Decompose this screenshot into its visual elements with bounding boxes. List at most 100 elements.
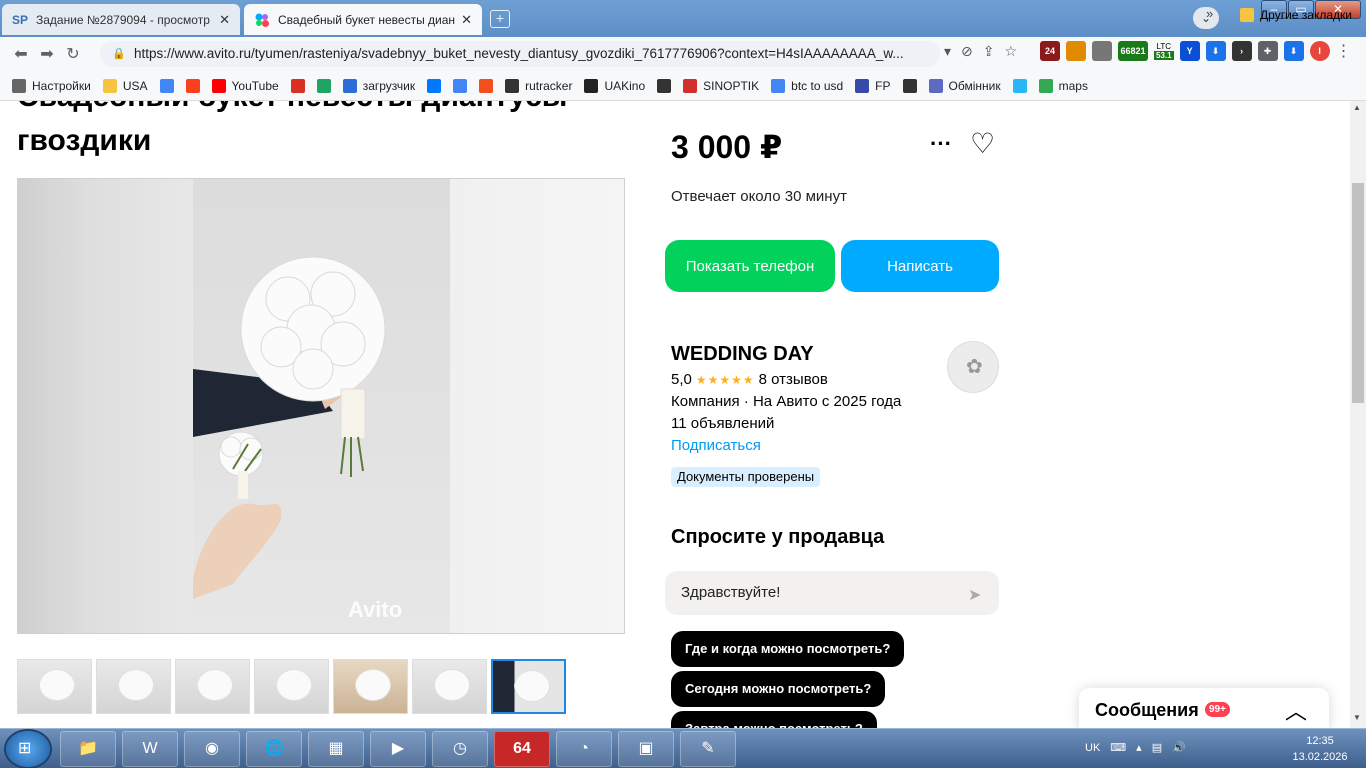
dropdown-icon[interactable]: ▾ bbox=[944, 43, 951, 60]
bookmark-item[interactable]: USA bbox=[102, 78, 148, 93]
sp-favicon-icon: SP bbox=[12, 12, 29, 27]
profile-avatar-icon[interactable]: I bbox=[1309, 41, 1330, 61]
bookmark-item[interactable]: загрузчик bbox=[342, 78, 415, 93]
chart-app-taskbar-icon[interactable]: ◔ bbox=[556, 731, 612, 767]
briefcase-extension-icon[interactable] bbox=[1092, 41, 1112, 61]
bookmark-item[interactable] bbox=[1012, 78, 1033, 93]
main-photo[interactable]: Avito bbox=[17, 178, 625, 634]
download-extension-icon[interactable]: ⬇ bbox=[1205, 41, 1226, 61]
aida64-taskbar-icon[interactable]: 64 bbox=[494, 731, 550, 767]
thumbnail[interactable] bbox=[412, 659, 487, 714]
network-icon[interactable]: ▤ bbox=[1152, 741, 1162, 754]
notepad-taskbar-icon[interactable]: ✎ bbox=[680, 731, 736, 767]
clock-app-taskbar-icon[interactable]: ◷ bbox=[432, 731, 488, 767]
chrome-taskbar-icon[interactable]: ◉ bbox=[184, 731, 240, 767]
terminal-extension-icon[interactable]: › bbox=[1231, 41, 1252, 61]
tab-avito[interactable]: Свадебный букет невесты дианту ✕ bbox=[244, 4, 482, 35]
extensions-area: 24 66821 LTC 53.1 Y ⬇ › ✚ ⬇ I ⋮ bbox=[1040, 41, 1352, 61]
scroll-down-arrow-icon[interactable]: ▼ bbox=[1353, 713, 1361, 722]
lock-icon[interactable]: 🔒 bbox=[112, 41, 126, 67]
share-icon[interactable]: ⇪ bbox=[983, 43, 995, 60]
seller-name[interactable]: WEDDING DAY bbox=[671, 343, 814, 366]
new-tab-button[interactable]: + bbox=[490, 10, 510, 28]
tab-zadanie[interactable]: SP Задание №2879094 - просмотр з ✕ bbox=[2, 4, 240, 35]
quick-question-chip[interactable]: Где и когда можно посмотреть? bbox=[671, 631, 905, 667]
shield-extension-icon[interactable] bbox=[1066, 41, 1086, 61]
monitor-app-taskbar-icon[interactable]: ▦ bbox=[308, 731, 364, 767]
system-clock[interactable]: 12:35 13.02.2026 bbox=[1290, 733, 1350, 765]
btc-price-extension-icon[interactable]: 66821 bbox=[1118, 41, 1148, 61]
tray-chevron-icon[interactable]: ▴ bbox=[1136, 741, 1142, 754]
volume-icon[interactable]: 🔊 bbox=[1172, 741, 1186, 754]
keyboard-icon[interactable]: ⌨ bbox=[1110, 741, 1126, 754]
bookmarks-more-chevron[interactable]: » bbox=[1206, 6, 1213, 21]
bookmark-item[interactable]: YouTube bbox=[211, 78, 279, 93]
language-indicator[interactable]: UK bbox=[1085, 742, 1100, 754]
documents-verified-badge: Документы проверены bbox=[671, 467, 821, 487]
bookmark-item[interactable]: FP bbox=[855, 78, 891, 93]
bookmark-item[interactable] bbox=[316, 78, 337, 93]
write-message-button[interactable]: Написать bbox=[841, 240, 999, 292]
bookmark-item[interactable] bbox=[185, 78, 206, 93]
bookmark-item[interactable]: SINOPTIK bbox=[683, 78, 759, 93]
bookmark-item[interactable] bbox=[453, 78, 473, 93]
quick-question-chip[interactable]: Завтра можно посмотреть? bbox=[671, 711, 877, 728]
bookmark-item[interactable]: Настройки bbox=[12, 78, 91, 93]
bookmark-item[interactable]: UAKino bbox=[584, 78, 645, 93]
globe-taskbar-icon[interactable]: 🌐 bbox=[246, 731, 302, 767]
thumbnail[interactable] bbox=[333, 659, 408, 714]
seller-avatar[interactable]: ✿ bbox=[947, 341, 999, 393]
bookmark-item[interactable] bbox=[427, 78, 447, 93]
terminal-taskbar-icon[interactable]: ▣ bbox=[618, 731, 674, 767]
bookmark-item[interactable]: rutracker bbox=[505, 78, 572, 93]
back-arrow-icon[interactable]: ⬅ bbox=[8, 44, 34, 64]
forward-arrow-icon[interactable]: ➡ bbox=[34, 44, 60, 64]
diamond-icon bbox=[928, 78, 943, 93]
chevron-up-icon[interactable]: ︿ bbox=[1285, 694, 1307, 726]
w-app-taskbar-icon[interactable]: W bbox=[122, 731, 178, 767]
bookmark-item[interactable]: maps bbox=[1038, 78, 1088, 93]
bookmark-item[interactable]: btc to usd bbox=[771, 78, 843, 93]
scrollbar-thumb[interactable] bbox=[1352, 183, 1364, 403]
thumbnail-selected[interactable] bbox=[491, 659, 566, 714]
y-extension-icon[interactable]: Y bbox=[1179, 41, 1200, 61]
bookmark-item[interactable]: Обмінник bbox=[928, 78, 1001, 93]
bookmark-item[interactable] bbox=[902, 78, 923, 93]
close-icon[interactable]: ✕ bbox=[219, 12, 230, 28]
scroll-up-arrow-icon[interactable]: ▲ bbox=[1353, 103, 1361, 112]
quick-question-chip[interactable]: Сегодня можно посмотреть? bbox=[671, 671, 886, 707]
downloads-icon[interactable]: ⬇ bbox=[1283, 41, 1304, 61]
favorite-heart-icon[interactable]: ♡ bbox=[970, 127, 995, 160]
seller-rating[interactable]: 5,0 ★★★★★ 8 отзывов bbox=[671, 371, 828, 388]
page-scrollbar[interactable]: ▲ ▼ bbox=[1350, 101, 1366, 728]
thumbnail[interactable] bbox=[254, 659, 329, 714]
more-options-icon[interactable]: ··· bbox=[930, 131, 952, 157]
bookmark-star-icon[interactable]: ☆ bbox=[1005, 43, 1018, 60]
start-button[interactable]: ⊞ bbox=[6, 731, 50, 767]
send-arrow-icon[interactable]: ➤ bbox=[968, 585, 981, 605]
puzzle-extensions-icon[interactable]: ✚ bbox=[1257, 41, 1278, 61]
extension-icon[interactable]: 24 bbox=[1040, 41, 1060, 61]
bookmark-item[interactable] bbox=[657, 78, 677, 93]
thumbnail[interactable] bbox=[96, 659, 171, 714]
menu-kebab-icon[interactable]: ⋮ bbox=[1336, 41, 1352, 61]
address-bar[interactable]: 🔒 https://www.avito.ru/tyumen/rasteniya/… bbox=[100, 41, 940, 67]
subscribe-link[interactable]: Подписаться bbox=[671, 437, 761, 454]
media-player-taskbar-icon[interactable]: ▶ bbox=[370, 731, 426, 767]
thumbnail[interactable] bbox=[17, 659, 92, 714]
messages-panel[interactable]: Сообщения 99+ ︿ bbox=[1079, 688, 1329, 728]
close-icon[interactable]: ✕ bbox=[461, 12, 472, 28]
avito-watermark: Avito bbox=[348, 597, 403, 622]
show-phone-button[interactable]: Показать телефон bbox=[665, 240, 835, 292]
seller-listings-count[interactable]: 11 объявлений bbox=[671, 415, 774, 432]
reload-icon[interactable]: ↻ bbox=[60, 44, 86, 64]
bookmark-item[interactable] bbox=[159, 78, 180, 93]
bookmark-item[interactable] bbox=[479, 78, 499, 93]
explorer-taskbar-icon[interactable]: 📁 bbox=[60, 731, 116, 767]
translate-off-icon[interactable]: ⊘ bbox=[961, 43, 973, 60]
other-bookmarks[interactable]: Другие закладки bbox=[1240, 8, 1352, 22]
ask-seller-input[interactable]: Здравствуйте! bbox=[665, 571, 999, 615]
ltc-price-extension[interactable]: LTC 53.1 bbox=[1154, 42, 1174, 60]
bookmark-item[interactable] bbox=[290, 78, 311, 93]
thumbnail[interactable] bbox=[175, 659, 250, 714]
